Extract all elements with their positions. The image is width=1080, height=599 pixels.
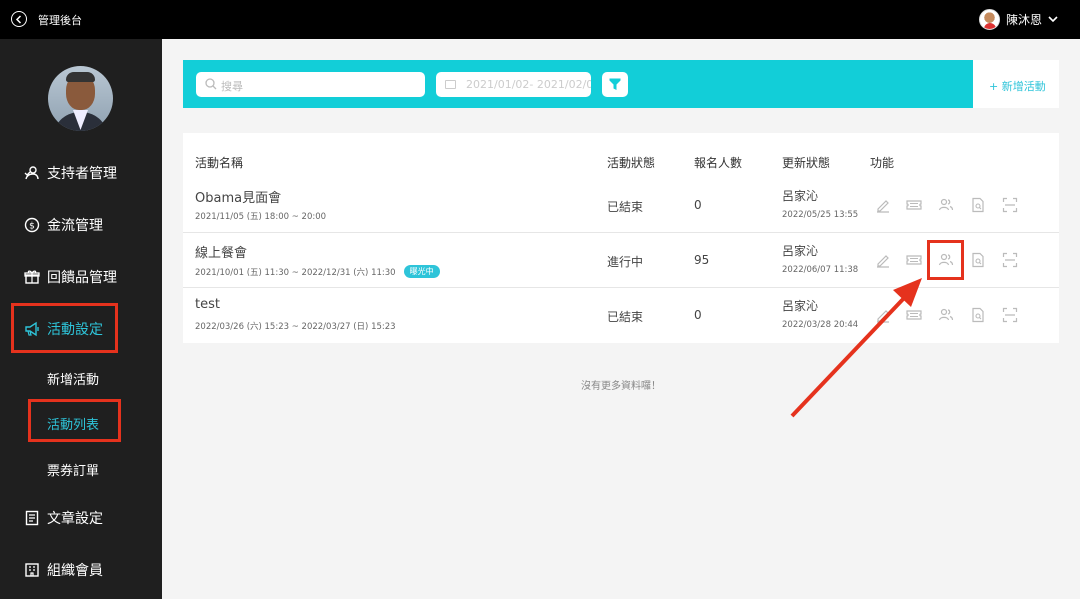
calendar-icon bbox=[445, 80, 456, 89]
search-placeholder: 搜尋 bbox=[221, 80, 243, 93]
column-header: 活動名稱 bbox=[195, 156, 244, 170]
updated-time: 2022/03/28 20:44 bbox=[782, 320, 859, 330]
document-icon bbox=[24, 510, 40, 526]
event-status: 已結束 bbox=[607, 310, 644, 324]
profile-avatar bbox=[48, 66, 113, 131]
event-date: 2021/11/05 (五) 18:00 ~ 20:00 bbox=[195, 212, 327, 222]
sidebar-item-supporters[interactable]: 支持者管理 bbox=[24, 163, 117, 183]
sidebar-item-label: 支持者管理 bbox=[47, 166, 117, 182]
scan-icon[interactable] bbox=[1002, 252, 1018, 268]
attendees-icon[interactable] bbox=[938, 197, 954, 213]
updated-time: 2022/06/07 11:38 bbox=[782, 265, 859, 275]
signup-count: 0 bbox=[694, 198, 702, 212]
attendees-icon[interactable] bbox=[938, 307, 954, 323]
add-event-button[interactable]: + 新增活動 bbox=[973, 60, 1059, 108]
report-icon[interactable] bbox=[970, 252, 986, 268]
edit-icon[interactable] bbox=[875, 197, 891, 213]
search-input[interactable]: 搜尋 bbox=[196, 72, 425, 97]
updater-name: 呂家沁 bbox=[782, 244, 819, 258]
sidebar-subitem-event-list[interactable]: 活動列表 bbox=[47, 414, 99, 433]
filter-bar: 搜尋 2021/01/02- 2021/02/03 bbox=[183, 60, 973, 108]
event-status: 進行中 bbox=[607, 255, 644, 269]
ticket-icon[interactable] bbox=[906, 252, 922, 268]
sidebar-subitem-ticket-orders[interactable]: 票券訂單 bbox=[47, 460, 99, 479]
table-row[interactable]: test 2022/03/26 (六) 15:23 ~ 2022/03/27 (… bbox=[183, 288, 1059, 343]
scan-icon[interactable] bbox=[1002, 307, 1018, 323]
add-event-label: + 新增活動 bbox=[989, 80, 1046, 93]
event-status: 已結束 bbox=[607, 200, 644, 214]
ticket-icon[interactable] bbox=[906, 307, 922, 323]
sidebar-item-members[interactable]: 組織會員 bbox=[24, 560, 103, 580]
column-header: 報名人數 bbox=[694, 156, 743, 170]
search-icon bbox=[205, 78, 217, 90]
sidebar-item-rewards[interactable]: 回饋品管理 bbox=[24, 267, 117, 287]
event-table: 活動名稱 活動狀態 報名人數 更新狀態 功能 Obama見面會 2021/11/… bbox=[183, 133, 1059, 343]
report-icon[interactable] bbox=[970, 197, 986, 213]
edit-icon[interactable] bbox=[875, 252, 891, 268]
signup-count: 95 bbox=[694, 253, 710, 267]
user-name: 陳沐恩 bbox=[1005, 13, 1042, 27]
sidebar-item-label: 活動設定 bbox=[47, 322, 103, 338]
event-name[interactable]: 線上餐會 bbox=[195, 242, 247, 261]
row-actions bbox=[873, 307, 1023, 323]
date-range-input[interactable]: 2021/01/02- 2021/02/03 bbox=[436, 72, 591, 97]
event-date: 2022/03/26 (六) 15:23 ~ 2022/03/27 (日) 15… bbox=[195, 322, 396, 332]
user-avatar bbox=[978, 9, 1000, 30]
row-actions bbox=[873, 197, 1023, 213]
ticket-icon[interactable] bbox=[906, 197, 922, 213]
status-badge: 曝光中 bbox=[403, 265, 440, 278]
top-bar: 管理後台 陳沐恩 bbox=[0, 0, 1080, 39]
updater-name: 呂家沁 bbox=[782, 299, 819, 313]
updated-time: 2022/05/25 13:55 bbox=[782, 210, 859, 220]
table-row[interactable]: Obama見面會 2021/11/05 (五) 18:00 ~ 20:00 已結… bbox=[183, 178, 1059, 233]
megaphone-icon bbox=[24, 321, 40, 337]
sidebar: 支持者管理 $ 金流管理 回饋品管理 活動設定 新增活動 活動列表 票券訂單 文… bbox=[0, 39, 162, 599]
sidebar-item-events[interactable]: 活動設定 bbox=[24, 319, 103, 339]
back-arrow-icon[interactable] bbox=[11, 11, 27, 27]
app-title: 管理後台 bbox=[38, 14, 82, 27]
sidebar-item-label: 組織會員 bbox=[47, 563, 103, 579]
report-icon[interactable] bbox=[970, 307, 986, 323]
updater-name: 呂家沁 bbox=[782, 189, 819, 203]
sidebar-item-label: 文章設定 bbox=[47, 511, 103, 527]
event-date: 2021/10/01 (五) 11:30 ~ 2022/12/31 (六) 11… bbox=[195, 265, 440, 278]
gift-icon bbox=[24, 269, 40, 285]
funnel-icon bbox=[609, 78, 621, 90]
sidebar-item-label: 回饋品管理 bbox=[47, 270, 117, 286]
column-header: 功能 bbox=[870, 156, 895, 170]
user-menu[interactable]: 陳沐恩 bbox=[978, 9, 1058, 30]
sidebar-item-articles[interactable]: 文章設定 bbox=[24, 508, 103, 528]
signup-count: 0 bbox=[694, 308, 702, 322]
date-range-value: 2021/01/02- 2021/02/03 bbox=[466, 78, 591, 91]
event-name[interactable]: Obama見面會 bbox=[195, 187, 281, 206]
chevron-down-icon bbox=[1048, 16, 1058, 23]
column-header: 活動狀態 bbox=[607, 156, 656, 170]
dollar-icon: $ bbox=[24, 217, 40, 233]
supporter-icon bbox=[24, 165, 40, 181]
sidebar-item-label: 金流管理 bbox=[47, 218, 103, 234]
scan-icon[interactable] bbox=[1002, 197, 1018, 213]
annotation-highlight-box bbox=[927, 240, 964, 280]
column-header: 更新狀態 bbox=[782, 156, 831, 170]
svg-text:$: $ bbox=[29, 222, 35, 232]
no-more-data-note: 沒有更多資料囉！ bbox=[581, 381, 661, 392]
sidebar-item-payments[interactable]: $ 金流管理 bbox=[24, 215, 103, 235]
edit-icon[interactable] bbox=[875, 307, 891, 323]
event-name[interactable]: test bbox=[195, 297, 220, 312]
building-icon bbox=[24, 562, 40, 578]
filter-button[interactable] bbox=[602, 72, 628, 97]
